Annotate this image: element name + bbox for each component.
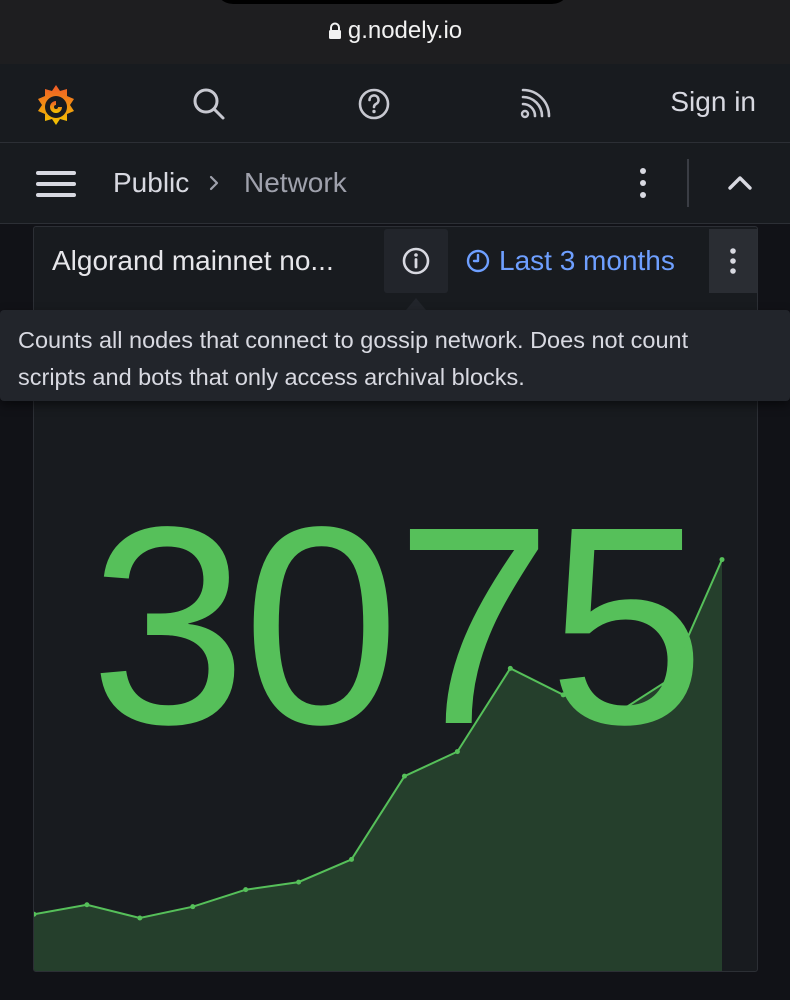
sparkline-point bbox=[137, 915, 143, 921]
breadcrumb-network: Network bbox=[244, 167, 347, 198]
chevron-right-icon bbox=[207, 173, 221, 198]
breadcrumb-bar: Public Network bbox=[0, 143, 790, 224]
sparkline-point bbox=[507, 665, 513, 671]
tooltip-text: Counts all nodes that connect to gossip … bbox=[18, 327, 689, 390]
sparkline-point bbox=[560, 692, 566, 698]
help-button[interactable] bbox=[356, 86, 392, 122]
breadcrumb-public[interactable]: Public bbox=[113, 167, 189, 199]
url-text: g.nodely.io bbox=[347, 17, 463, 44]
tooltip-arrow bbox=[406, 298, 426, 310]
sparkline-point bbox=[296, 879, 302, 885]
chevron-up-icon bbox=[728, 176, 752, 190]
lock-icon bbox=[328, 22, 342, 40]
rss-button[interactable] bbox=[517, 86, 553, 122]
toolbar-divider bbox=[687, 159, 689, 207]
search-button[interactable] bbox=[191, 86, 227, 122]
info-tooltip: Counts all nodes that connect to gossip … bbox=[0, 310, 790, 401]
sign-in-link[interactable]: Sign in bbox=[670, 86, 756, 118]
top-nav: Sign in bbox=[0, 64, 790, 143]
sparkline-point bbox=[454, 749, 460, 755]
grafana-logo-icon[interactable] bbox=[32, 81, 80, 134]
help-circle-icon bbox=[358, 88, 390, 120]
sparkline-point bbox=[190, 904, 196, 910]
sparkline-point bbox=[243, 887, 249, 893]
dashboard-more-button[interactable] bbox=[630, 166, 656, 200]
kebab-vertical-icon bbox=[640, 168, 646, 198]
search-icon bbox=[193, 88, 225, 120]
sparkline-point bbox=[719, 557, 725, 563]
collapse-button[interactable] bbox=[724, 169, 756, 197]
browser-url-bar: g.nodely.io bbox=[0, 0, 790, 64]
rss-icon bbox=[520, 88, 551, 119]
device-notch bbox=[215, 0, 570, 4]
sparkline-point bbox=[84, 902, 90, 908]
sparkline-point bbox=[349, 856, 355, 862]
url-display[interactable]: g.nodely.io bbox=[0, 17, 790, 45]
sparkline-point bbox=[401, 773, 407, 779]
hamburger-menu-icon[interactable] bbox=[36, 171, 76, 197]
sparkline-point bbox=[613, 711, 619, 717]
sparkline-point bbox=[666, 677, 672, 683]
sparkline-area bbox=[34, 559, 722, 971]
